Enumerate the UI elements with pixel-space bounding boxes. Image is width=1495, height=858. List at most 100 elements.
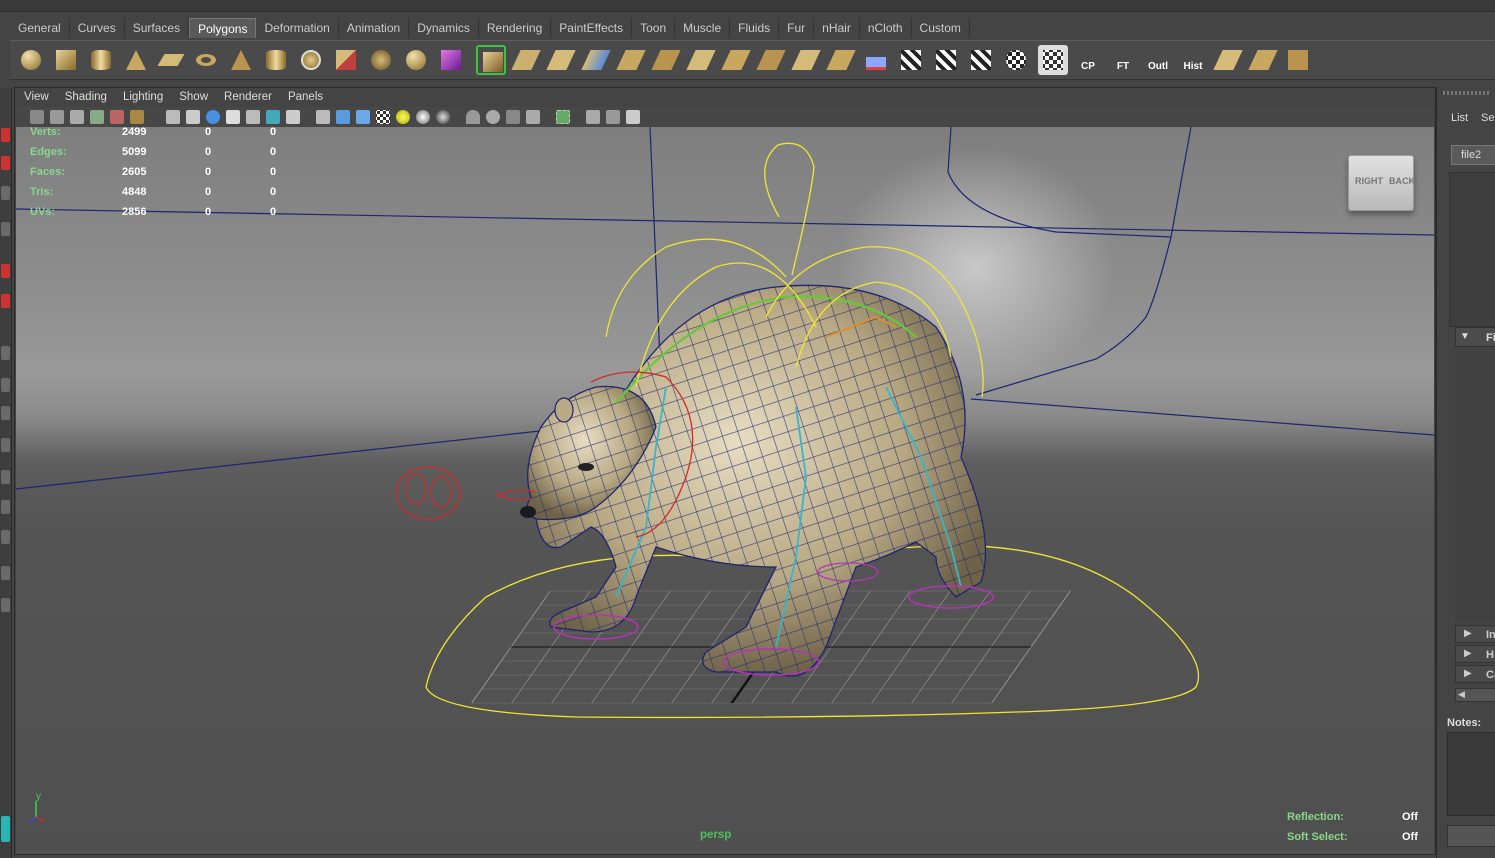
list-menu[interactable]: List: [1451, 112, 1468, 124]
grid-icon[interactable]: [166, 110, 180, 124]
eye-control-left[interactable]: [405, 473, 427, 505]
shelf-tab-curves[interactable]: Curves: [69, 18, 125, 38]
hardware-texturing-row[interactable]: ▶ H: [1455, 645, 1495, 663]
merge-vertices-icon[interactable]: [686, 45, 716, 75]
notes-field[interactable]: [1447, 732, 1495, 816]
shelf-tab-surfaces[interactable]: Surfaces: [124, 18, 190, 38]
shelf-tab-toon[interactable]: Toon: [632, 18, 676, 38]
textured-icon[interactable]: [376, 110, 390, 124]
outliner-button[interactable]: Outl: [1143, 45, 1173, 75]
freeze-transformations-button[interactable]: FT: [1108, 45, 1138, 75]
uv-snapshot-icon[interactable]: [1001, 45, 1031, 75]
panel-menu-show[interactable]: Show: [171, 89, 216, 105]
append-polygon-icon[interactable]: [546, 45, 576, 75]
select-menu[interactable]: Sel: [1481, 112, 1495, 124]
viewcube-back-face[interactable]: BACK: [1389, 176, 1415, 186]
merge-edge-icon[interactable]: [721, 45, 751, 75]
safe-title-icon[interactable]: [286, 110, 300, 124]
move-tool-icon[interactable]: [1, 222, 10, 236]
bookmark-icon[interactable]: [70, 110, 84, 124]
view-cube[interactable]: RIGHT BACK: [1348, 155, 1415, 211]
shelf-tab-fur[interactable]: Fur: [779, 18, 815, 38]
ambient-occlusion-icon[interactable]: [526, 110, 540, 124]
insert-edge-loop-icon[interactable]: [616, 45, 646, 75]
poly-sphere-icon[interactable]: [16, 45, 46, 75]
automatic-mapping-icon[interactable]: [966, 45, 996, 75]
use-default-lighting-icon[interactable]: [396, 110, 410, 124]
use-all-lights-icon[interactable]: [416, 110, 430, 124]
shelf-tab-dynamics[interactable]: Dynamics: [409, 18, 479, 38]
shelf-tab-rendering[interactable]: Rendering: [478, 18, 552, 38]
combine-icon[interactable]: [331, 45, 361, 75]
poly-cone-icon[interactable]: [121, 45, 151, 75]
camera-attributes-icon[interactable]: [50, 110, 64, 124]
mirror-cut-icon[interactable]: [436, 45, 466, 75]
bridge-icon[interactable]: [511, 45, 541, 75]
field-chart-icon[interactable]: [246, 110, 260, 124]
layout-graph-icon[interactable]: [1, 500, 10, 514]
panel-menu-shading[interactable]: Shading: [57, 89, 115, 105]
smooth-icon[interactable]: [401, 45, 431, 75]
horizontal-scrollbar[interactable]: ◀: [1455, 688, 1495, 702]
poly-plane-icon[interactable]: [156, 45, 186, 75]
separate-icon[interactable]: [366, 45, 396, 75]
scroll-left-icon[interactable]: ◀: [1458, 689, 1465, 700]
planar-mapping-icon[interactable]: [861, 45, 891, 75]
layout-render-icon[interactable]: [1, 566, 10, 580]
layout-outliner-icon[interactable]: [1, 470, 10, 484]
center-pivot-button[interactable]: CP: [1073, 45, 1103, 75]
scale-tool-icon[interactable]: [1, 294, 10, 308]
shelf-tab-muscle[interactable]: Muscle: [675, 18, 731, 38]
panel-menu-lighting[interactable]: Lighting: [115, 89, 171, 105]
shelf-tab-polygons[interactable]: Polygons: [189, 18, 257, 38]
delete-history-button[interactable]: Hist: [1178, 45, 1208, 75]
fill-hole-icon[interactable]: [791, 45, 821, 75]
panel-menu-panels[interactable]: Panels: [280, 89, 331, 105]
poly-cylinder-icon[interactable]: [86, 45, 116, 75]
file2-tab[interactable]: file2: [1451, 145, 1495, 165]
wireframe-on-shaded-icon[interactable]: [356, 110, 370, 124]
rotate-tool-icon[interactable]: [1, 264, 10, 278]
extrude-icon[interactable]: [476, 45, 506, 75]
film-gate-icon[interactable]: [186, 110, 200, 124]
interactive-placement-row[interactable]: ▶ In: [1455, 625, 1495, 643]
two-d-pan-zoom-icon[interactable]: [110, 110, 124, 124]
eye-control-right[interactable]: [430, 476, 452, 508]
soft-selection-icon[interactable]: [1283, 45, 1313, 75]
shelf-tab-deformation[interactable]: Deformation: [256, 18, 339, 38]
poly-torus-icon[interactable]: [191, 45, 221, 75]
panel-menu-view[interactable]: View: [16, 89, 57, 105]
uv-texture-editor-icon[interactable]: [1038, 45, 1068, 75]
poly-soccer-ball-icon[interactable]: [296, 45, 326, 75]
split-polygon-icon[interactable]: [581, 45, 611, 75]
layout-stack-icon[interactable]: [1, 438, 10, 452]
file-attributes-section[interactable]: ▼ Fi: [1455, 327, 1495, 347]
perspective-viewport[interactable]: y: [16, 127, 1434, 854]
shelf-tab-painteffects[interactable]: PaintEffects: [551, 18, 633, 38]
head-control-loop[interactable]: [764, 142, 815, 276]
network-icon[interactable]: [626, 110, 640, 124]
poly-pipe-icon[interactable]: [261, 45, 291, 75]
layout-single-icon[interactable]: [1, 346, 10, 360]
resolution-gate-icon[interactable]: [206, 110, 220, 124]
attr-button[interactable]: [1447, 825, 1495, 847]
grease-pencil-icon[interactable]: [130, 110, 144, 124]
wireframe-icon[interactable]: [316, 110, 330, 124]
safe-action-icon[interactable]: [266, 110, 280, 124]
color-balance-row[interactable]: ▶ Ca: [1455, 665, 1495, 683]
gate-mask-icon[interactable]: [226, 110, 240, 124]
shelf-tab-custom[interactable]: Custom: [911, 18, 970, 38]
poly-cube-icon[interactable]: [51, 45, 81, 75]
lasso-tool-icon[interactable]: [1, 156, 10, 170]
select-tool-icon[interactable]: [1, 128, 10, 142]
offset-edge-loop-icon[interactable]: [651, 45, 681, 75]
isolate-select-icon[interactable]: [556, 110, 570, 124]
panel-menu-renderer[interactable]: Renderer: [216, 89, 280, 105]
layout-side-icon[interactable]: [1, 406, 10, 420]
xray-joints-icon[interactable]: [486, 110, 500, 124]
select-edge-ring-icon[interactable]: [1213, 45, 1243, 75]
viewcube-right-face[interactable]: RIGHT: [1355, 176, 1383, 186]
multisample-icon[interactable]: [606, 110, 620, 124]
panel-grip[interactable]: [1443, 91, 1491, 95]
shelf-tab-ncloth[interactable]: nCloth: [859, 18, 912, 38]
